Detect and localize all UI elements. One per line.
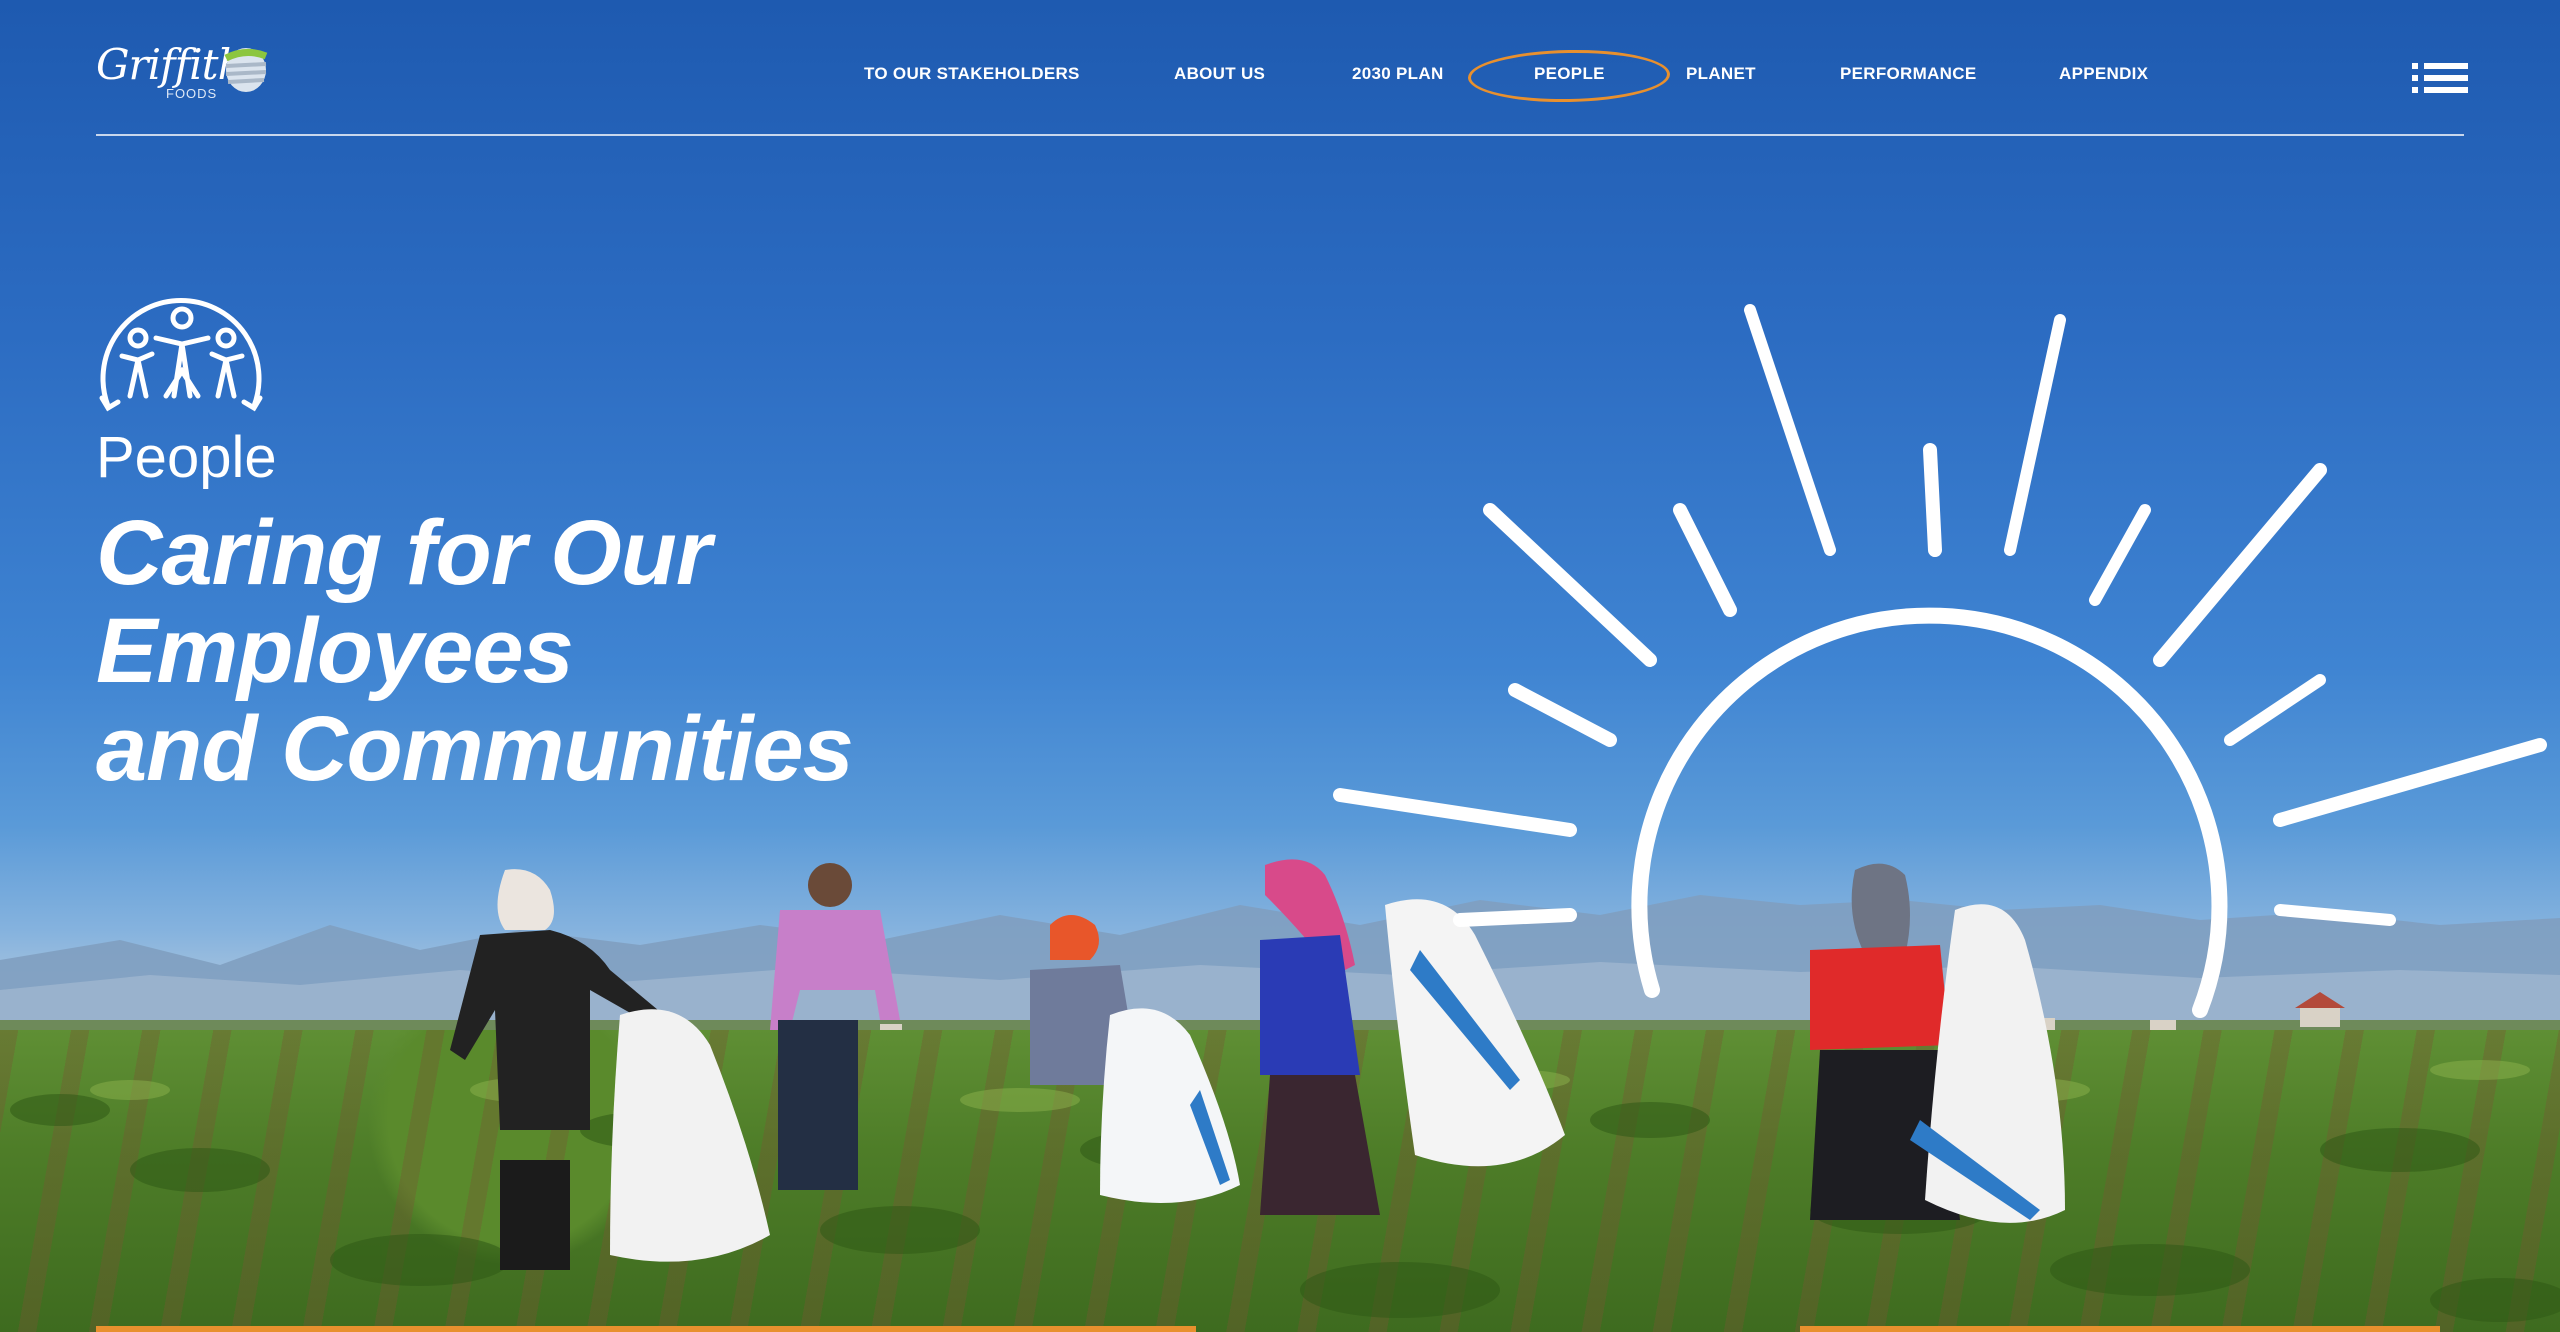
page-headline: Caring for Our Employees and Communities <box>96 504 1196 798</box>
nav-item-stakeholders[interactable]: TO OUR STAKEHOLDERS <box>864 64 1080 84</box>
nav-item-appendix[interactable]: APPENDIX <box>2059 64 2148 84</box>
sun-illustration <box>1333 304 2547 1018</box>
main-navigation: TO OUR STAKEHOLDERS ABOUT US 2030 PLAN P… <box>0 64 2560 90</box>
header-divider <box>96 134 2464 136</box>
hero-background: Griffith FOODS TO OUR STAKEHOLDERS ABOUT… <box>0 0 2560 1332</box>
nav-item-performance[interactable]: PERFORMANCE <box>1840 64 1976 84</box>
headline-line-2: and Communities <box>96 698 854 800</box>
people-circle-icon <box>99 298 263 412</box>
nav-item-2030-plan[interactable]: 2030 PLAN <box>1352 64 1444 84</box>
nav-item-about-us[interactable]: ABOUT US <box>1174 64 1265 84</box>
accent-bar <box>96 1326 1196 1332</box>
worker-figure <box>450 869 770 1270</box>
nav-item-planet[interactable]: PLANET <box>1686 64 1756 84</box>
list-menu-icon[interactable] <box>2412 60 2468 96</box>
worker-figure <box>1030 915 1240 1203</box>
headline-line-1: Caring for Our Employees <box>96 502 712 702</box>
worker-figure <box>770 863 900 1190</box>
section-label: People <box>96 425 277 490</box>
accent-bar <box>1800 1326 2440 1332</box>
